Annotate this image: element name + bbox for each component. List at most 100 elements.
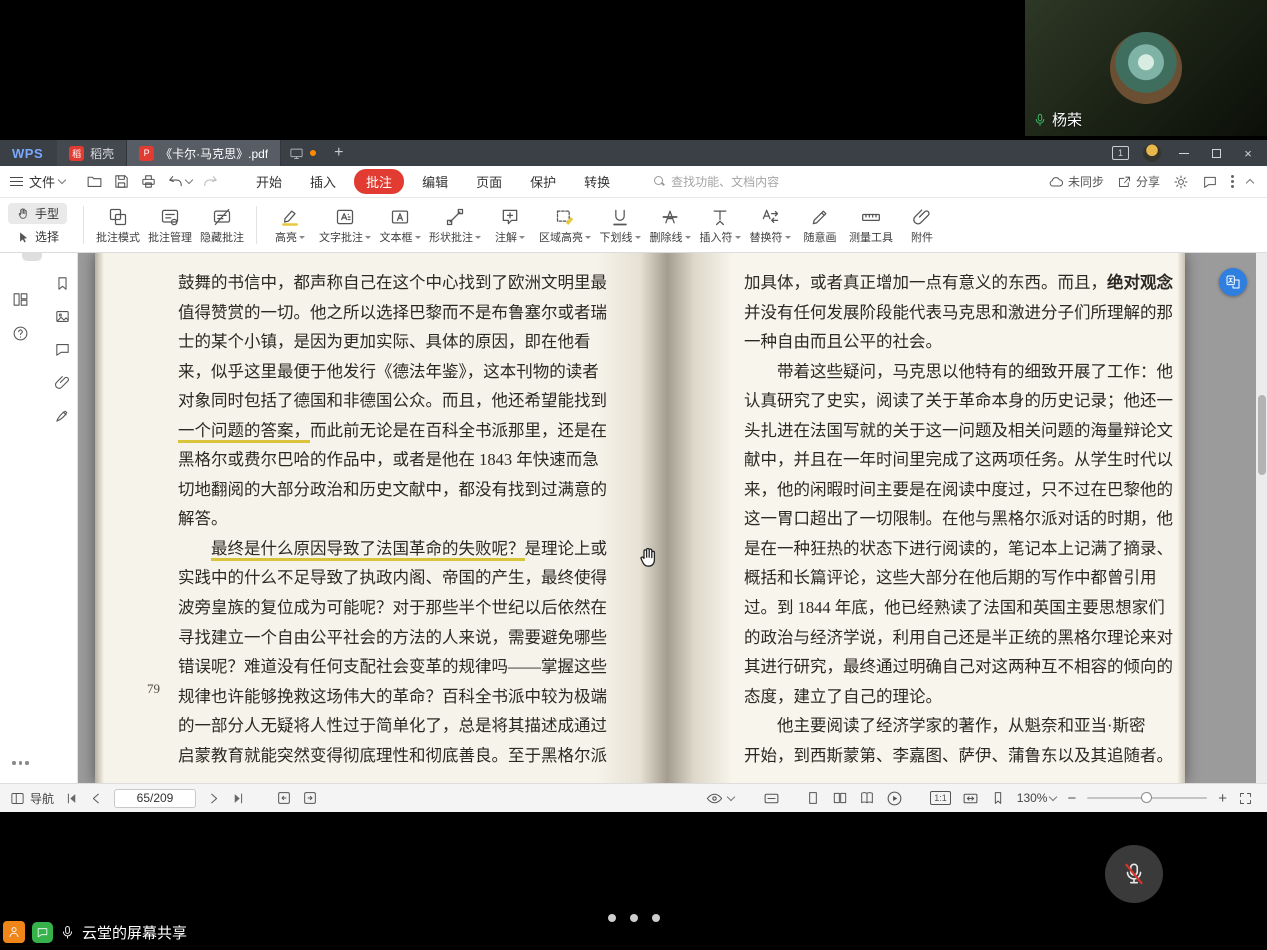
- account-avatar[interactable]: [1143, 144, 1161, 162]
- facing-pages-button[interactable]: [832, 790, 848, 806]
- view-back-button[interactable]: [276, 790, 292, 806]
- menu-protect[interactable]: 保护: [520, 168, 566, 195]
- page-indicator-dots[interactable]: [0, 914, 1267, 922]
- book-text-line: 士的某个小镇，是因为更加实际、具体的原因，即在他看: [178, 327, 614, 357]
- tool-underline[interactable]: 下划线: [595, 203, 645, 247]
- book-text-line: 一个问题的答案，而此前无论是在百科全书派那里，还是在: [178, 416, 614, 446]
- menu-start[interactable]: 开始: [246, 168, 292, 195]
- tool-textbox[interactable]: 文本框: [375, 203, 425, 247]
- search-input[interactable]: [671, 175, 801, 189]
- open-button[interactable]: [86, 173, 103, 190]
- menu-page[interactable]: 页面: [466, 168, 512, 195]
- tab-docer[interactable]: 稻 稻壳: [57, 140, 127, 166]
- fullscreen-button[interactable]: [1238, 791, 1253, 806]
- first-page-button[interactable]: [64, 791, 79, 806]
- book-text-line: 带着这些疑问，马克思以他特有的细致开展了工作：他: [744, 357, 1184, 387]
- fit-width-button[interactable]: [962, 790, 979, 807]
- chat-app-icon[interactable]: [32, 922, 53, 943]
- select-tool-button[interactable]: 选择: [8, 226, 67, 247]
- view-forward-button[interactable]: [302, 790, 318, 806]
- zoom-level-dropdown[interactable]: 130%: [1017, 791, 1057, 805]
- menu-edit[interactable]: 编辑: [412, 168, 458, 195]
- zoom-slider[interactable]: [1087, 797, 1207, 799]
- panel-switch-icon[interactable]: [8, 287, 32, 311]
- last-page-button[interactable]: [231, 791, 246, 806]
- prev-page-button[interactable]: [89, 791, 104, 806]
- page-dot[interactable]: [652, 914, 660, 922]
- comment-icon[interactable]: [50, 337, 74, 361]
- sync-status[interactable]: 未同步: [1048, 173, 1104, 190]
- minimize-button[interactable]: [1175, 144, 1193, 162]
- tool-annotation-manage[interactable]: 批注管理: [144, 203, 196, 247]
- page-dot[interactable]: [630, 914, 638, 922]
- page-number-input[interactable]: [114, 789, 196, 808]
- tool-caret[interactable]: 插入符: [695, 203, 745, 247]
- zoom-slider-knob[interactable]: [1141, 792, 1152, 803]
- tool-measure[interactable]: 测量工具: [845, 203, 897, 247]
- mute-microphone-button[interactable]: [1105, 845, 1163, 903]
- mark-page-button[interactable]: [990, 790, 1006, 806]
- tool-strikethrough[interactable]: 删除线: [645, 203, 695, 247]
- signature-icon[interactable]: [50, 403, 74, 427]
- book-text-line: 对象同时包括了德国和非德国公众。而且，他还希望能找到: [178, 386, 614, 416]
- book-view-button[interactable]: [859, 790, 875, 806]
- book-text-line: 切地翻阅的大部分政治和历史文献中，都没有找到过满意的: [178, 475, 614, 505]
- file-menu[interactable]: 文件: [29, 172, 65, 191]
- tool-area-highlight[interactable]: 区域高亮: [535, 203, 595, 247]
- bookmark-icon[interactable]: [50, 271, 74, 295]
- print-button[interactable]: [140, 173, 157, 190]
- more-menu-icon[interactable]: [1231, 175, 1234, 188]
- zoom-in-button[interactable]: +: [1218, 790, 1227, 807]
- share-button[interactable]: 分享: [1117, 173, 1160, 190]
- translate-button[interactable]: [1219, 268, 1247, 296]
- tool-highlight[interactable]: 高亮: [265, 203, 315, 247]
- menu-insert[interactable]: 插入: [300, 168, 346, 195]
- navigation-toggle[interactable]: 导航: [10, 790, 54, 807]
- sidebar-collapse-handle[interactable]: [22, 253, 42, 261]
- tool-hide-annotations[interactable]: 隐藏批注: [196, 203, 248, 247]
- maximize-button[interactable]: [1207, 144, 1225, 162]
- hand-tool-button[interactable]: 手型: [8, 203, 67, 224]
- feedback-button[interactable]: [1202, 174, 1218, 190]
- actual-size-button[interactable]: 1:1: [930, 791, 951, 805]
- menu-annotate[interactable]: 批注: [354, 169, 404, 194]
- collapse-ribbon-icon[interactable]: [1246, 179, 1254, 187]
- attachment-icon[interactable]: [50, 370, 74, 394]
- save-button[interactable]: [113, 173, 130, 190]
- screen-share-icon[interactable]: [289, 146, 304, 161]
- autoplay-button[interactable]: [886, 790, 903, 807]
- next-page-button[interactable]: [206, 791, 221, 806]
- undo-button[interactable]: [167, 173, 192, 190]
- page-dot[interactable]: [608, 914, 616, 922]
- close-button[interactable]: ×: [1239, 144, 1257, 162]
- zoom-out-button[interactable]: −: [1067, 790, 1076, 807]
- tool-label: 批注管理: [148, 229, 192, 245]
- tool-attachment[interactable]: 附件: [897, 203, 947, 247]
- help-icon[interactable]: [8, 321, 32, 345]
- redo-button[interactable]: [202, 173, 219, 190]
- tool-freehand[interactable]: 随意画: [795, 203, 845, 247]
- single-page-button[interactable]: [805, 790, 821, 806]
- app-icon[interactable]: [3, 921, 25, 943]
- sidebar-more-icon[interactable]: [12, 761, 29, 765]
- hamburger-icon[interactable]: [10, 177, 23, 187]
- new-tab-button[interactable]: +: [324, 140, 353, 166]
- vertical-scrollbar[interactable]: [1256, 253, 1267, 783]
- tool-note[interactable]: 注解: [485, 203, 535, 247]
- workspace-badge[interactable]: 1: [1112, 146, 1129, 160]
- tool-annotation-mode[interactable]: 批注模式: [92, 203, 144, 247]
- tool-text-annotation[interactable]: 文字批注: [315, 203, 375, 247]
- book-text-line: 寻找建立一个自由公平社会的方法的人来说，需要避免哪些: [178, 623, 614, 653]
- tool-replace[interactable]: 替换符: [745, 203, 795, 247]
- fit-window-button[interactable]: [763, 790, 780, 807]
- document-area[interactable]: 鼓舞的书信中，都声称自己在这个中心找到了欧洲文明里最值得赞赏的一切。他之所以选择…: [78, 253, 1267, 783]
- participant-video[interactable]: 杨荣: [1025, 0, 1267, 136]
- scrollbar-thumb[interactable]: [1258, 395, 1266, 475]
- tool-shape-annotation[interactable]: 形状批注: [425, 203, 485, 247]
- settings-button[interactable]: [1173, 174, 1189, 190]
- reading-mode-button[interactable]: [706, 790, 734, 807]
- ribbon-search[interactable]: [654, 175, 801, 189]
- menu-convert[interactable]: 转换: [574, 168, 620, 195]
- tab-pdf-document[interactable]: P 《卡尔·马克思》.pdf: [127, 140, 281, 166]
- thumbnail-icon[interactable]: [50, 304, 74, 328]
